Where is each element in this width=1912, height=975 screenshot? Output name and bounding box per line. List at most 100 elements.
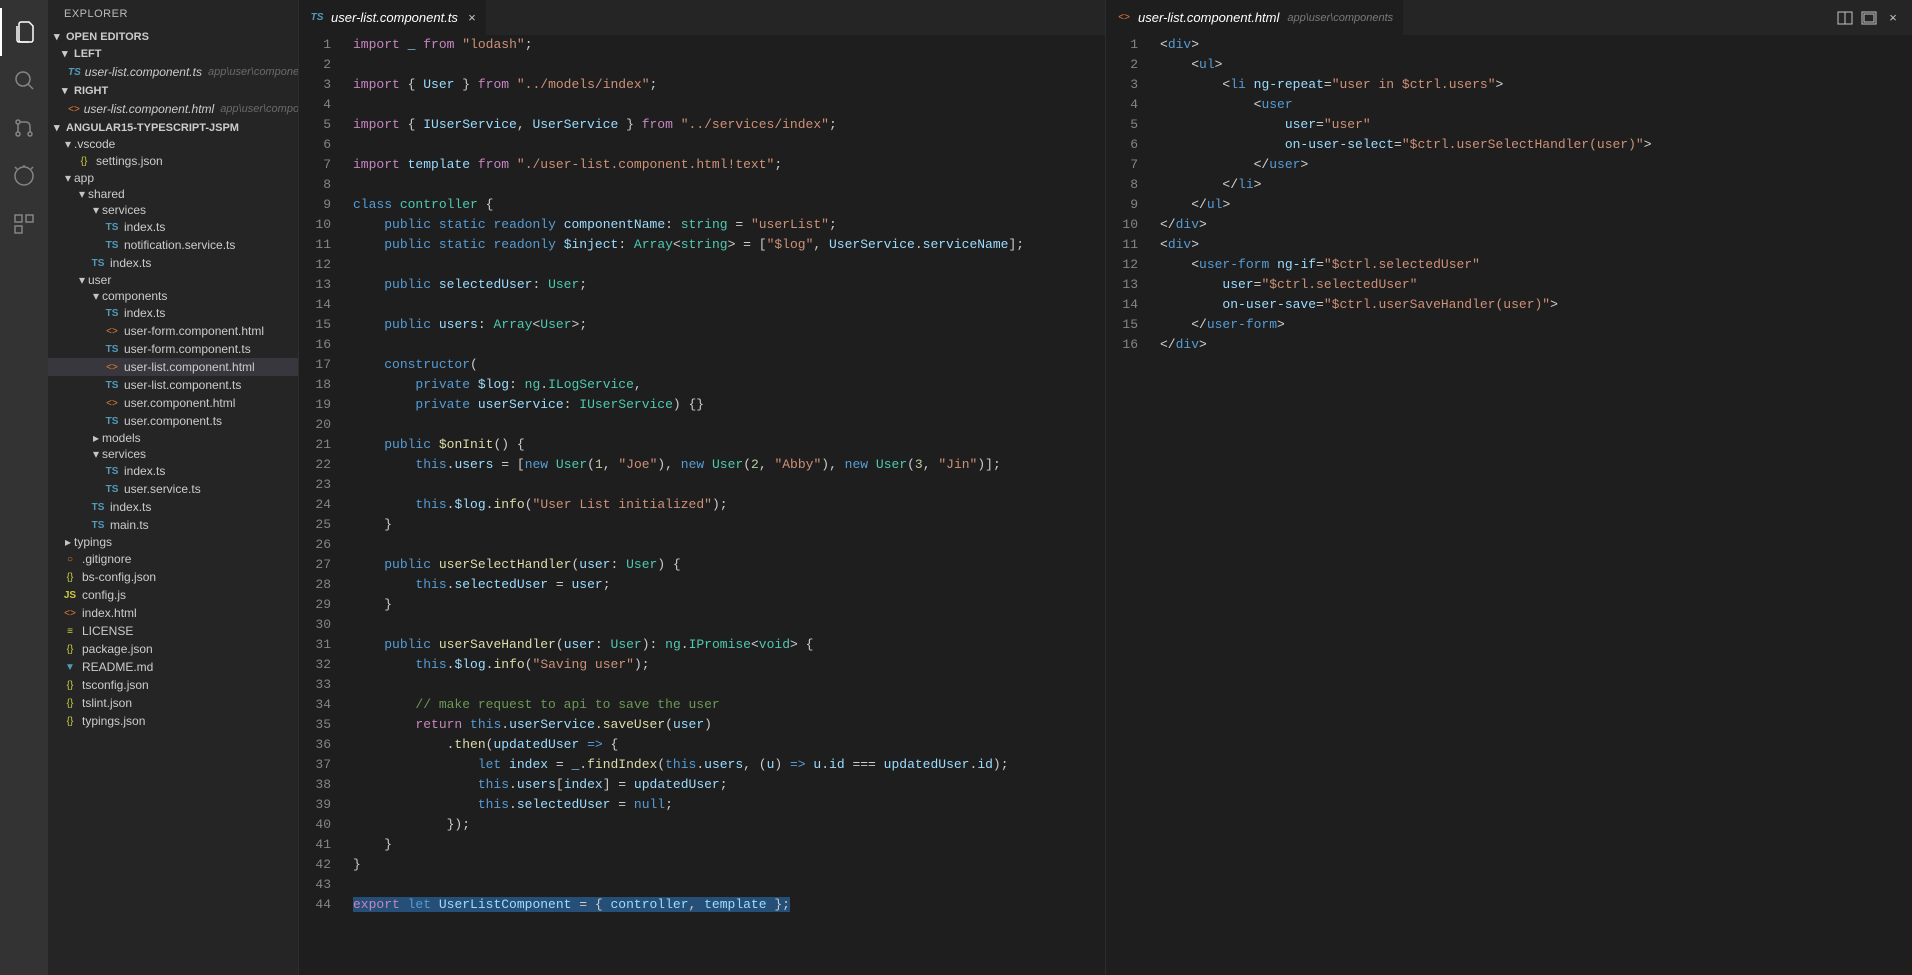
folder-typings[interactable]: ▸typings bbox=[48, 534, 298, 550]
ts-icon: TS bbox=[90, 499, 106, 515]
editor-pane-right: <> user-list.component.html app\user\com… bbox=[1105, 0, 1912, 975]
tab-label: user-list.component.html bbox=[1138, 10, 1279, 25]
tree-item-label: user.component.ts bbox=[124, 414, 222, 428]
chevron-icon: ▸ bbox=[62, 535, 74, 549]
file-user-list.component.ts[interactable]: TSuser-list.component.ts bbox=[48, 376, 298, 394]
file-config.js[interactable]: JSconfig.js bbox=[48, 586, 298, 604]
file-index.ts[interactable]: TS index.ts bbox=[48, 218, 298, 236]
right-label: RIGHT bbox=[74, 85, 108, 97]
tab-user-list-ts[interactable]: TS user-list.component.ts × bbox=[299, 0, 487, 35]
ts-icon: TS bbox=[104, 305, 120, 321]
editor-actions: × bbox=[1832, 7, 1912, 29]
tree-item-label: .gitignore bbox=[82, 552, 131, 566]
open-editor-right[interactable]: <> user-list.component.html app\user\com… bbox=[48, 99, 298, 119]
ts-icon: TS bbox=[104, 481, 120, 497]
folder-shared[interactable]: ▾shared bbox=[48, 186, 298, 202]
tree-item-label: typings bbox=[74, 535, 112, 549]
tree-item-label: user-list.component.html bbox=[124, 360, 255, 374]
json-icon: {} bbox=[76, 153, 92, 169]
json-icon: {} bbox=[62, 677, 78, 693]
left-group-header[interactable]: ▾LEFT bbox=[48, 45, 298, 62]
more-icon[interactable] bbox=[1858, 7, 1880, 29]
tree-item-label: main.ts bbox=[110, 518, 149, 532]
file-index.html[interactable]: <>index.html bbox=[48, 604, 298, 622]
project-label: ANGULAR15-TYPESCRIPT-JSPM bbox=[66, 122, 239, 134]
close-icon[interactable]: × bbox=[468, 10, 476, 25]
folder-services[interactable]: ▾services bbox=[48, 202, 298, 218]
file-bs-config.json[interactable]: {}bs-config.json bbox=[48, 568, 298, 586]
tree-item-label: typings.json bbox=[82, 714, 145, 728]
ts-icon: TS bbox=[309, 10, 325, 26]
extensions-icon[interactable] bbox=[0, 200, 48, 248]
open-editor-left[interactable]: TS user-list.component.ts app\user\compo… bbox=[48, 62, 298, 82]
tree-item-label: index.ts bbox=[124, 220, 165, 234]
folder-components[interactable]: ▾components bbox=[48, 288, 298, 304]
folder-models[interactable]: ▸models bbox=[48, 430, 298, 446]
tab-label: user-list.component.ts bbox=[331, 10, 458, 25]
open-editor-right-path: app\user\compon... bbox=[220, 103, 298, 115]
file-user-list.component.html[interactable]: <>user-list.component.html bbox=[48, 358, 298, 376]
tree-item-label: index.ts bbox=[110, 256, 151, 270]
file-tsconfig.json[interactable]: {}tsconfig.json bbox=[48, 676, 298, 694]
tree-item-label: index.ts bbox=[124, 464, 165, 478]
tree-item-label: README.md bbox=[82, 660, 153, 674]
files-icon[interactable] bbox=[0, 8, 48, 56]
file-tree: ▾.vscode{}settings.json▾app▾shared▾servi… bbox=[48, 136, 298, 730]
folder-.vscode[interactable]: ▾.vscode bbox=[48, 136, 298, 152]
project-header[interactable]: ▾ANGULAR15-TYPESCRIPT-JSPM bbox=[48, 119, 298, 136]
folder-services[interactable]: ▾services bbox=[48, 446, 298, 462]
file-user.component.html[interactable]: <>user.component.html bbox=[48, 394, 298, 412]
file-user-form.component.ts[interactable]: TSuser-form.component.ts bbox=[48, 340, 298, 358]
tab-user-list-html[interactable]: <> user-list.component.html app\user\com… bbox=[1106, 0, 1404, 35]
tree-item-label: user.component.html bbox=[124, 396, 235, 410]
code-area-left[interactable]: 1234567891011121314151617181920212223242… bbox=[299, 35, 1105, 975]
tree-item-label: user bbox=[88, 273, 111, 287]
chevron-icon: ▾ bbox=[90, 447, 102, 461]
editor-pane-left: TS user-list.component.ts × 123456789101… bbox=[298, 0, 1105, 975]
right-group-header[interactable]: ▾RIGHT bbox=[48, 82, 298, 99]
code-area-right[interactable]: 12345678910111213141516 <div> <ul> <li n… bbox=[1106, 35, 1912, 975]
ts-icon: TS bbox=[104, 237, 120, 253]
tree-item-label: config.js bbox=[82, 588, 126, 602]
code-right[interactable]: <div> <ul> <li ng-repeat="user in $ctrl.… bbox=[1156, 35, 1912, 975]
tree-item-label: .vscode bbox=[74, 137, 115, 151]
tree-item-label: services bbox=[102, 203, 146, 217]
file-LICENSE[interactable]: ≡LICENSE bbox=[48, 622, 298, 640]
ts-icon: TS bbox=[104, 413, 120, 429]
git-icon[interactable] bbox=[0, 104, 48, 152]
chevron-icon: ▾ bbox=[76, 187, 88, 201]
debug-icon[interactable] bbox=[0, 152, 48, 200]
close-all-icon[interactable]: × bbox=[1882, 7, 1904, 29]
open-editors-header[interactable]: ▾OPEN EDITORS bbox=[48, 28, 298, 45]
json-icon: {} bbox=[62, 695, 78, 711]
tree-item-label: components bbox=[102, 289, 167, 303]
chevron-icon: ▾ bbox=[62, 171, 74, 185]
ts-icon: TS bbox=[90, 255, 106, 271]
file-user-form.component.html[interactable]: <>user-form.component.html bbox=[48, 322, 298, 340]
activity-bar bbox=[0, 0, 48, 975]
file-README.md[interactable]: ▼ README.md bbox=[48, 658, 298, 676]
file-main.ts[interactable]: TSmain.ts bbox=[48, 516, 298, 534]
file-index.ts[interactable]: TSindex.ts bbox=[48, 304, 298, 322]
ts-icon: TS bbox=[68, 64, 81, 80]
file-index.ts[interactable]: TS index.ts bbox=[48, 254, 298, 272]
search-icon[interactable] bbox=[0, 56, 48, 104]
tree-item-label: user-form.component.html bbox=[124, 324, 264, 338]
file-user.component.ts[interactable]: TS user.component.ts bbox=[48, 412, 298, 430]
md-icon: ▼ bbox=[62, 659, 78, 675]
file-.gitignore[interactable]: ○.gitignore bbox=[48, 550, 298, 568]
file-user.service.ts[interactable]: TSuser.service.ts bbox=[48, 480, 298, 498]
file-settings.json[interactable]: {}settings.json bbox=[48, 152, 298, 170]
split-editor-icon[interactable] bbox=[1834, 7, 1856, 29]
file-package.json[interactable]: {}package.json bbox=[48, 640, 298, 658]
file-typings.json[interactable]: {}typings.json bbox=[48, 712, 298, 730]
file-index.ts[interactable]: TSindex.ts bbox=[48, 498, 298, 516]
folder-user[interactable]: ▾user bbox=[48, 272, 298, 288]
file-tslint.json[interactable]: {}tslint.json bbox=[48, 694, 298, 712]
code-left[interactable]: import _ from "lodash";import { User } f… bbox=[349, 35, 1105, 975]
file-notification.service.ts[interactable]: TSnotification.service.ts bbox=[48, 236, 298, 254]
folder-app[interactable]: ▾app bbox=[48, 170, 298, 186]
ts-icon: TS bbox=[104, 219, 120, 235]
file-index.ts[interactable]: TSindex.ts bbox=[48, 462, 298, 480]
json-icon: {} bbox=[62, 641, 78, 657]
